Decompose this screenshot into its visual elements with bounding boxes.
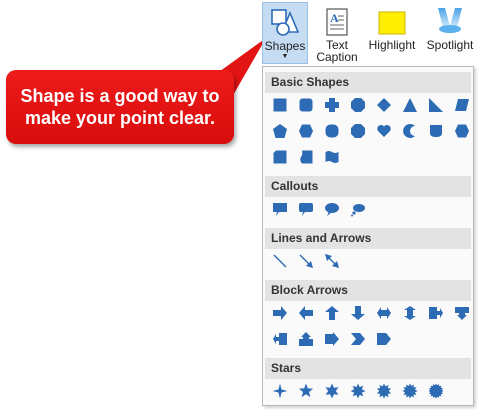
callout-line-1: Shape is a good way to [20, 86, 220, 106]
arrow-line-icon[interactable] [295, 250, 317, 272]
rounded-rectangle-icon[interactable] [295, 94, 317, 116]
star-5-icon[interactable] [295, 380, 317, 402]
up-arrow-callout-icon[interactable] [295, 328, 317, 350]
star-16-icon[interactable] [425, 380, 447, 402]
spotlight-icon [435, 6, 465, 36]
octagon-icon[interactable] [347, 94, 369, 116]
text-caption-button[interactable]: A Text Caption [313, 2, 361, 64]
line-icon[interactable] [269, 250, 291, 272]
left-arrow-icon[interactable] [295, 302, 317, 324]
shapes-icon [270, 7, 300, 37]
rect-callout-icon[interactable] [269, 198, 291, 220]
shield-icon[interactable] [425, 120, 447, 142]
shapes-label: Shapes [264, 39, 306, 53]
hexagon-rounded-icon[interactable] [451, 120, 473, 142]
highlight-icon [378, 6, 406, 36]
right-triangle-icon[interactable] [425, 94, 447, 116]
parallelogram-icon[interactable] [451, 94, 473, 116]
down-arrow-callout-icon[interactable] [451, 302, 473, 324]
right-arrow-pentagon-icon[interactable] [321, 328, 343, 350]
pentagon-icon[interactable] [269, 120, 291, 142]
caret-down-icon: ▼ [281, 53, 289, 60]
callout-bubble: Shape is a good way to make your point c… [6, 70, 234, 144]
callout-line-2: make your point clear. [24, 108, 216, 128]
star-8-icon[interactable] [347, 380, 369, 402]
crescent-icon[interactable] [399, 120, 421, 142]
cross-icon[interactable] [321, 94, 343, 116]
up-arrow-icon[interactable] [321, 302, 343, 324]
star-4-icon[interactable] [269, 380, 291, 402]
right-arrow-icon[interactable] [269, 302, 291, 324]
flag-icon[interactable] [321, 146, 343, 168]
rectangle-icon[interactable] [269, 94, 291, 116]
hexagon-icon[interactable] [295, 120, 317, 142]
heart-icon[interactable] [373, 120, 395, 142]
wave-left-icon[interactable] [295, 146, 317, 168]
triangle-icon[interactable] [399, 94, 421, 116]
text-caption-icon: A [324, 6, 350, 36]
star-10-icon[interactable] [373, 380, 395, 402]
left-right-arrow-icon[interactable] [373, 302, 395, 324]
star-12-icon[interactable] [399, 380, 421, 402]
text-caption-label-text: Text Caption [316, 38, 358, 64]
section-callouts-header: Callouts [265, 176, 471, 197]
spotlight-button[interactable]: Spotlight [422, 2, 478, 64]
highlight-label: Highlight [368, 38, 416, 52]
pentagon-arrow-icon[interactable] [373, 328, 395, 350]
section-basic-shapes-header: Basic Shapes [265, 72, 471, 93]
cloud-callout-icon[interactable] [347, 198, 369, 220]
text-caption-label: Text Caption [316, 39, 357, 63]
section-lines-arrows-header: Lines and Arrows [265, 228, 471, 249]
shapes-dropdown-panel: Basic Shapes Callouts Lines and Arrows B… [262, 66, 474, 406]
section-block-arrows-header: Block Arrows [265, 280, 471, 301]
pentagon-right-callout-icon[interactable] [425, 302, 447, 324]
star-6-icon[interactable] [321, 380, 343, 402]
shapes-button[interactable]: Shapes ▼ [262, 2, 308, 64]
spotlight-label: Spotlight [426, 38, 474, 52]
circle-box-icon[interactable] [321, 120, 343, 142]
up-down-arrow-icon[interactable] [399, 302, 421, 324]
chevron-icon[interactable] [347, 328, 369, 350]
oval-callout-icon[interactable] [321, 198, 343, 220]
diamond-icon[interactable] [373, 94, 395, 116]
double-arrow-line-icon[interactable] [321, 250, 343, 272]
highlight-button[interactable]: Highlight [364, 2, 420, 64]
rounded-octagon-icon[interactable] [347, 120, 369, 142]
rounded-callout-icon[interactable] [295, 198, 317, 220]
svg-text:A: A [330, 11, 339, 25]
down-arrow-icon[interactable] [347, 302, 369, 324]
snip-rectangle-icon[interactable] [269, 146, 291, 168]
section-stars-header: Stars [265, 358, 471, 379]
left-arrow-callout-icon[interactable] [269, 328, 291, 350]
